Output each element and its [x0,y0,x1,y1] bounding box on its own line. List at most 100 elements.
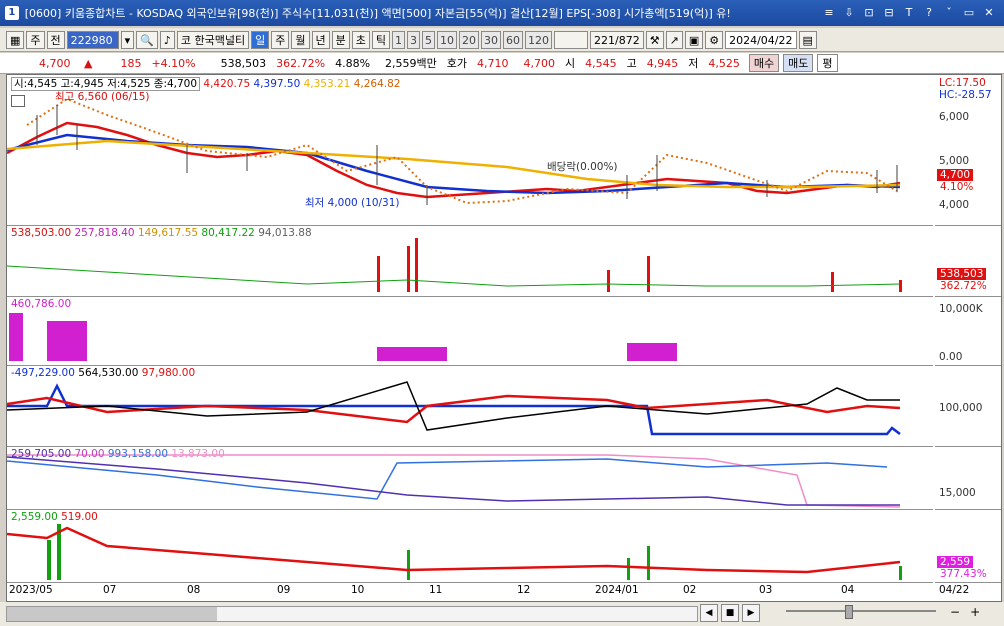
quote-bar: 4,700 ▲ 185 +4.10% 538,503 362.72% 4.88%… [0,53,1004,74]
volume-ma4: 94,013.88 [258,227,312,239]
dividend-annotation: 배당락(0.00%) [547,161,618,173]
date-input[interactable]: 2024/04/22 [725,30,797,49]
period-second-button[interactable]: 초 [351,30,370,49]
grid-icon[interactable] [11,95,25,107]
volume-rate-box: 362.72% [940,280,987,292]
help-icon[interactable]: ? [920,5,938,21]
draw-icon[interactable]: ↗ [665,30,683,49]
sell-button[interactable]: 매도 [783,54,814,72]
low-price: 4,525 [708,56,740,70]
amount-box: 2,559 [937,556,974,568]
period-minute-button[interactable]: 분 [331,30,350,49]
market-scope-select[interactable]: 전 [46,30,65,49]
font-icon[interactable]: T [900,5,918,21]
zoom-out-button[interactable]: − [950,605,960,619]
interval-60-button[interactable]: 60 [503,30,524,49]
menu-icon[interactable]: ≡ [820,5,838,21]
period-day-button[interactable]: 일 [251,30,270,49]
interval-3-button[interactable]: 3 [407,30,421,49]
indicator-icon[interactable]: ⚒ [645,30,664,49]
save-icon[interactable]: ▣ [684,30,704,49]
zoom-slider[interactable] [786,610,936,612]
chart-type-icon[interactable]: ▦ [6,30,25,49]
investor-legend: -497,229.00 564,530.00 97,980.00 [11,367,195,379]
holding-value-4: 13,873.00 [171,448,225,460]
bar-count[interactable]: 221/872 [590,30,644,49]
period-month-button[interactable]: 월 [291,30,310,49]
pin-icon[interactable]: ⇩ [840,5,858,21]
hc-label: HC:-28.57 [939,89,992,101]
open-price: 4,545 [585,56,617,70]
price-panel[interactable]: 시:4,545 고:4,945 저:4,525 종:4,700 4,420.75… [7,75,933,226]
amount-ma: 519.00 [61,511,98,523]
volume-value: 538,503.00 [11,227,72,239]
xtick: 04 [841,584,855,596]
code-dropdown-icon[interactable]: ▾ [120,30,135,49]
xtick: 12 [517,584,531,596]
link-icon[interactable]: ⊡ [860,5,878,21]
window-number-icon: 1 [5,6,19,20]
stop-icon[interactable]: ■ [721,604,739,622]
search-icon[interactable]: 🔍 [136,30,158,49]
bid-price: 4,700 [523,56,556,70]
low-annotation: 최저 4,000 (10/31) [305,197,400,209]
volume-box: 538,503 [937,268,987,280]
current-price: 4,700 ▲ [0,57,102,70]
minimize-icon[interactable]: ˇ [940,5,958,21]
investor-yaxis: 100,000 [935,366,1001,447]
amount-legend: 2,559.00 519.00 [11,511,98,523]
sound-icon[interactable]: ♪ [159,30,175,49]
xtick: 04/22 [939,584,970,596]
maximize-icon[interactable]: ▭ [960,5,978,21]
calendar-icon[interactable]: ▤ [798,30,817,49]
settings-icon[interactable]: ⚙ [705,30,724,49]
close-icon[interactable]: ✕ [980,5,998,21]
interval-120-button[interactable]: 120 [525,30,553,49]
volume: 538,503 [220,56,267,70]
holding-panel[interactable]: 259,705.00 70.00 993,158.00 13,873.00 [7,447,933,510]
period-year-button[interactable]: 년 [311,30,330,49]
amount: 2,559백만 [385,57,437,70]
stock-name[interactable]: 코 한국맥널티 [176,30,250,49]
amount-panel[interactable]: 2,559.00 519.00 [7,510,933,583]
ma120-value: 4,264.82 [353,78,401,90]
stock-code-input[interactable]: 222980 [66,30,119,49]
high-annotation: 최고 6,560 (06/15) [55,91,150,103]
interval-10-button[interactable]: 10 [437,30,458,49]
price-ytick-4000: 4,000 [939,199,970,211]
open-label: 시 [565,57,576,70]
investor-panel[interactable]: -497,229.00 564,530.00 97,980.00 [7,366,933,447]
chart-scrollbar[interactable] [6,606,698,622]
interval-20-button[interactable]: 20 [459,30,480,49]
period-week-button[interactable]: 주 [271,30,290,49]
hoga-label: 호가 [446,57,468,70]
holding-value-2: 70.00 [74,448,105,460]
interval-5-button[interactable]: 5 [422,30,436,49]
scroll-thumb[interactable] [7,607,217,621]
layout-icon[interactable]: ⊟ [880,5,898,21]
period-tick-button[interactable]: 틱 [371,30,391,49]
average-button[interactable]: 평 [817,54,838,72]
buy-button[interactable]: 매수 [748,54,780,72]
interval-1-button[interactable]: 1 [392,30,406,49]
holding-line-pink [7,454,901,508]
ma60-line [7,139,901,189]
chart-area[interactable]: 시:4,545 고:4,945 저:4,525 종:4,700 4,420.75… [6,74,1002,602]
xtick: 10 [351,584,365,596]
interval-30-button[interactable]: 30 [481,30,502,49]
high-label: 고 [626,57,637,70]
interval-input[interactable] [554,30,589,49]
oscillator-panel[interactable]: 460,786.00 [7,297,933,366]
volume-panel[interactable]: 538,503.00 257,818.40 149,617.55 80,417.… [7,226,933,297]
volume-yaxis: 538,503 362.72% [935,226,1001,297]
play-back-icon[interactable]: ◀ [700,604,718,622]
zoom-slider-knob[interactable] [845,605,853,619]
play-forward-icon[interactable]: ▶ [742,604,760,622]
market-select[interactable]: 주 [26,30,45,49]
osc-ytick-top: 10,000K [939,303,983,315]
ma60-value: 4,353.21 [303,78,351,90]
zoom-in-button[interactable]: + [970,605,980,619]
bottom-bar: ◀ ■ ▶ − + [0,602,1004,626]
investor-ytick: 100,000 [939,402,983,414]
amount-value: 2,559.00 [11,511,58,523]
